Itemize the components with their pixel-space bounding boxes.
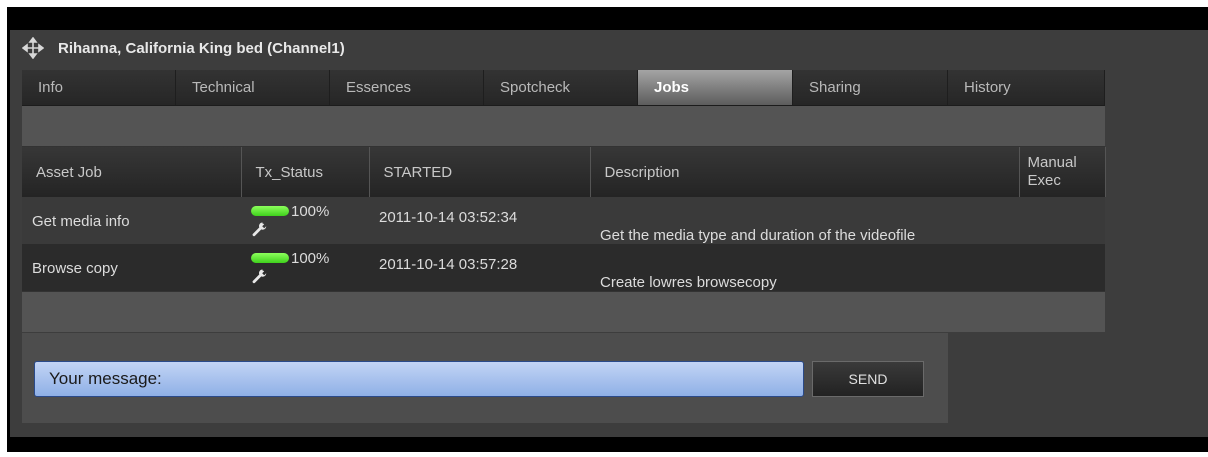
tab-label: Jobs <box>654 79 690 96</box>
tab-label: History <box>964 79 1011 96</box>
tab-essences[interactable]: Essences <box>330 70 484 105</box>
column-header-started[interactable]: STARTED <box>369 147 591 197</box>
job-name-cell: Get media info <box>22 197 241 244</box>
job-name-cell: Browse copy <box>22 244 241 291</box>
manual-exec-cell <box>1019 197 1105 244</box>
progress-bar <box>251 206 289 216</box>
progress-label: 100% <box>291 250 330 267</box>
started-cell: 2011-10-14 03:57:28 <box>369 244 590 291</box>
tab-sharing[interactable]: Sharing <box>793 70 948 105</box>
jobs-table: Asset Job Tx_Status STARTED Description … <box>22 147 1106 291</box>
description-cell: Get the media type and duration of the v… <box>590 197 1019 244</box>
move-arrows-icon[interactable] <box>22 37 44 59</box>
window-title-bar[interactable]: Rihanna, California King bed (Channel1) <box>22 34 722 62</box>
started-cell: 2011-10-14 03:52:34 <box>369 197 590 244</box>
message-panel: SEND <box>22 333 948 423</box>
tab-bar: Info Technical Essences Spotcheck Jobs S… <box>22 70 1105 106</box>
progress-fill <box>251 206 289 216</box>
tab-label: Sharing <box>809 79 861 96</box>
tab-label: Info <box>38 79 64 96</box>
tab-label: Spotcheck <box>500 79 571 96</box>
send-button[interactable]: SEND <box>812 361 924 397</box>
wrench-icon[interactable] <box>251 221 267 237</box>
tab-jobs[interactable]: Jobs <box>638 70 793 105</box>
status-cell: 100% <box>241 244 369 291</box>
status-cell: 100% <box>241 197 369 244</box>
footer-strip <box>22 291 1105 332</box>
tab-label: Essences <box>346 79 412 96</box>
column-header-manual-exec[interactable]: Manual Exec <box>1019 147 1106 197</box>
column-header-tx-status[interactable]: Tx_Status <box>241 147 370 197</box>
wrench-icon[interactable] <box>251 268 267 284</box>
toolbar-strip <box>22 106 1105 147</box>
tab-spotcheck[interactable]: Spotcheck <box>484 70 638 105</box>
progress-label: 100% <box>291 203 330 220</box>
progress-fill <box>251 253 289 263</box>
column-header-description[interactable]: Description <box>590 147 1020 197</box>
status-indicator: 100% <box>251 203 361 243</box>
progress-bar <box>251 253 289 263</box>
table-row[interactable]: Browse copy 100% 2011-10-14 03:57:28 Cre… <box>22 244 1105 291</box>
tab-technical[interactable]: Technical <box>176 70 330 105</box>
tab-info[interactable]: Info <box>22 70 176 105</box>
message-input[interactable] <box>34 361 804 397</box>
table-header-row: Asset Job Tx_Status STARTED Description … <box>22 147 1106 197</box>
manual-exec-cell <box>1019 244 1105 291</box>
tab-label: Technical <box>192 79 255 96</box>
status-indicator: 100% <box>251 250 361 290</box>
tab-history[interactable]: History <box>948 70 1105 105</box>
column-header-asset-job[interactable]: Asset Job <box>22 147 242 197</box>
window-title: Rihanna, California King bed (Channel1) <box>58 39 345 57</box>
description-cell: Create lowres browsecopy <box>590 244 1019 291</box>
table-row[interactable]: Get media info 100% 2011-10-14 03:52:34 … <box>22 197 1105 244</box>
